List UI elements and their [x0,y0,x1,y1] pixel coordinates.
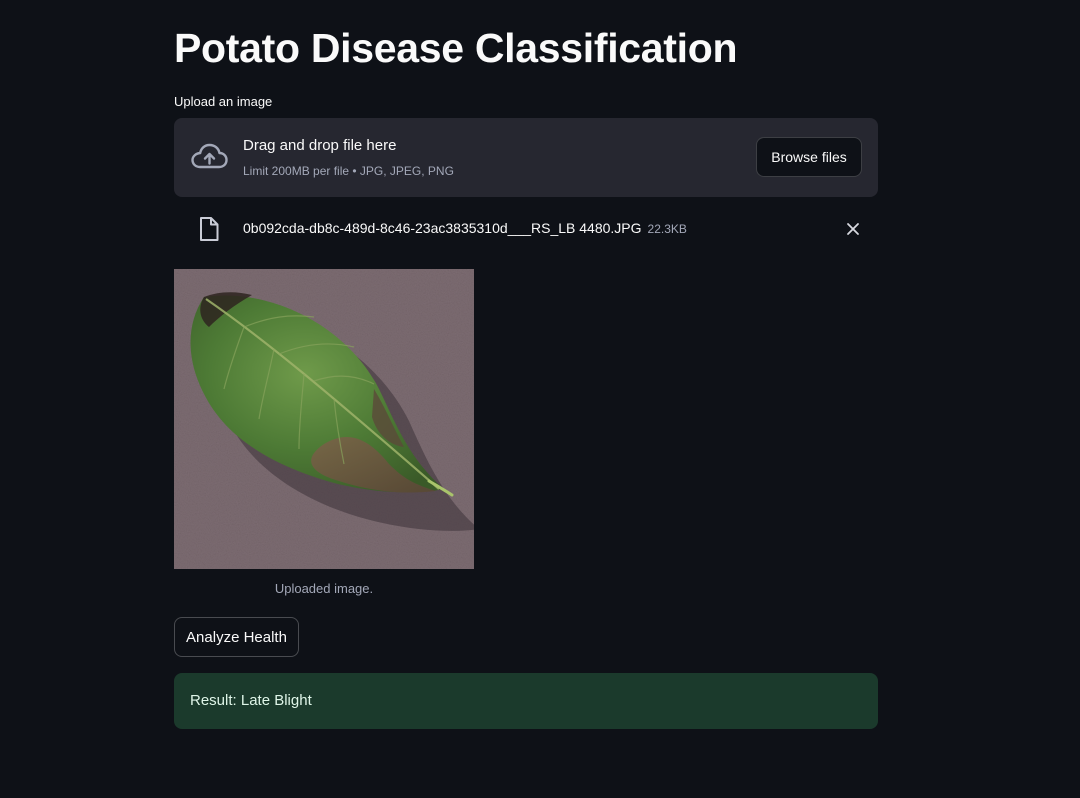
image-caption: Uploaded image. [274,581,374,596]
cloud-upload-icon [190,142,228,172]
file-dropzone[interactable]: Drag and drop file here Limit 200MB per … [174,118,878,197]
dropzone-title: Drag and drop file here [243,137,397,154]
dropzone-limit-text: Limit 200MB per file • JPG, JPEG, PNG [243,164,454,178]
app-root: Potato Disease Classification Upload an … [0,0,1080,798]
close-icon [847,223,859,235]
uploaded-file-row: 0b092cda-db8c-489d-8c46-23ac3835310d___R… [174,210,878,248]
result-banner: Result: Late Blight [174,673,878,729]
upload-label: Upload an image [174,94,273,109]
page-title: Potato Disease Classification [174,25,738,71]
remove-file-button[interactable] [842,218,864,240]
file-name-text: 0b092cda-db8c-489d-8c46-23ac3835310d___R… [243,220,642,236]
file-icon [198,216,220,242]
file-size: 22.3KB [647,222,687,236]
browse-files-button[interactable]: Browse files [756,137,862,177]
uploaded-image [174,269,479,569]
uploaded-file-name: 0b092cda-db8c-489d-8c46-23ac3835310d___R… [243,220,687,236]
analyze-health-button[interactable]: Analyze Health [174,617,299,657]
